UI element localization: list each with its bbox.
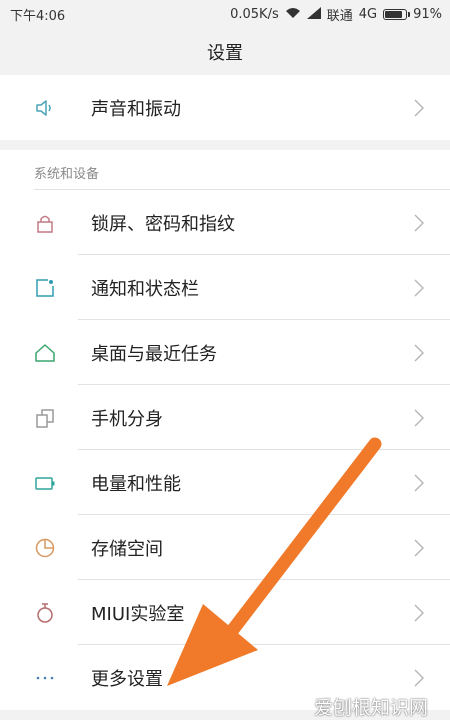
signal-icon bbox=[306, 6, 321, 23]
battery-outline-icon bbox=[34, 472, 56, 494]
settings-item-second-space[interactable]: 手机分身 bbox=[0, 385, 450, 450]
settings-item-label: 锁屏、密码和指纹 bbox=[91, 213, 235, 235]
settings-item-battery-performance[interactable]: 电量和性能 bbox=[0, 450, 450, 515]
settings-item-notifications[interactable]: 通知和状态栏 bbox=[0, 255, 450, 320]
settings-item-label: 电量和性能 bbox=[91, 473, 181, 495]
system-device-card: 系统和设备 锁屏、密码和指纹 通知和状态栏 桌面与最近任务 手机分身 电量和性能… bbox=[0, 150, 450, 710]
status-bar: 下午4:06 0.05K/s 联通 4G 91% bbox=[0, 0, 450, 26]
page-title: 设置 bbox=[207, 43, 243, 64]
section-title: 系统和设备 bbox=[34, 167, 100, 182]
speaker-icon bbox=[34, 97, 56, 119]
clone-icon bbox=[34, 407, 56, 429]
chevron-right-icon bbox=[414, 214, 424, 232]
watermark: 爱刨根知识网 bbox=[313, 697, 428, 719]
section-header: 系统和设备 bbox=[0, 150, 450, 190]
settings-item-label: 声音和振动 bbox=[91, 98, 181, 120]
status-time: 下午4:06 bbox=[10, 9, 66, 24]
settings-item-label: 更多设置 bbox=[91, 668, 163, 690]
settings-item-storage[interactable]: 存储空间 bbox=[0, 515, 450, 580]
chevron-right-icon bbox=[414, 409, 424, 427]
battery-fill bbox=[385, 11, 403, 18]
carrier-name: 联通 bbox=[326, 9, 353, 24]
home-icon bbox=[34, 342, 56, 364]
chevron-right-icon bbox=[414, 669, 424, 687]
network-speed: 0.05K/s bbox=[230, 7, 279, 22]
settings-item-lockscreen[interactable]: 锁屏、密码和指纹 bbox=[0, 190, 450, 255]
chevron-right-icon bbox=[414, 99, 424, 117]
settings-item-label: MIUI实验室 bbox=[91, 603, 185, 625]
chevron-right-icon bbox=[414, 344, 424, 362]
settings-item-label: 手机分身 bbox=[91, 408, 163, 430]
sound-card: 声音和振动 bbox=[0, 75, 450, 140]
settings-item-home-recents[interactable]: 桌面与最近任务 bbox=[0, 320, 450, 385]
chevron-right-icon bbox=[414, 539, 424, 557]
chevron-right-icon bbox=[414, 474, 424, 492]
notification-icon bbox=[34, 277, 56, 299]
settings-item-sound[interactable]: 声音和振动 bbox=[0, 75, 450, 140]
settings-item-label: 桌面与最近任务 bbox=[91, 343, 217, 365]
more-dots-icon bbox=[34, 667, 56, 689]
storage-pie-icon bbox=[34, 537, 56, 559]
settings-item-label: 通知和状态栏 bbox=[91, 278, 199, 300]
flask-icon bbox=[34, 602, 56, 624]
chevron-right-icon bbox=[414, 279, 424, 297]
network-type: 4G bbox=[358, 7, 378, 22]
settings-item-label: 存储空间 bbox=[91, 538, 163, 560]
battery-icon bbox=[383, 9, 411, 20]
chevron-right-icon bbox=[414, 604, 424, 622]
wifi-icon bbox=[285, 7, 301, 23]
settings-item-miui-lab[interactable]: MIUI实验室 bbox=[0, 580, 450, 645]
battery-percent: 91% bbox=[413, 7, 442, 22]
status-indicators: 0.05K/s 联通 4G 91% bbox=[230, 5, 442, 24]
lock-icon bbox=[34, 212, 56, 234]
